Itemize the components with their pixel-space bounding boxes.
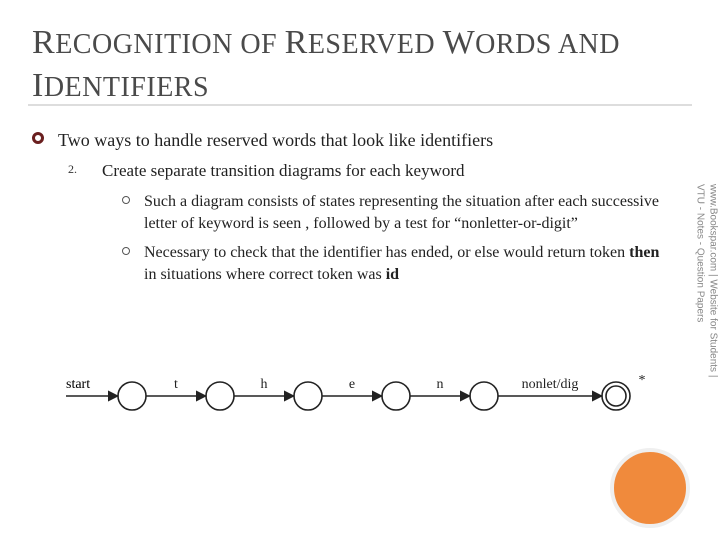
bullet-level2-text: Create separate transition diagrams for …	[102, 161, 465, 180]
list-number: 2.	[68, 161, 77, 177]
slide-title: RECOGNITION OF RESERVED WORDS AND IDENTI…	[32, 22, 672, 107]
bullet-level3-a-text: Such a diagram consists of states repres…	[144, 193, 659, 232]
transition-diagram: start t h e n nonlet/dig *	[60, 362, 670, 422]
text-mid: in situations where correct token was	[144, 266, 386, 283]
bullet-level3-a: Such a diagram consists of states repres…	[32, 191, 668, 234]
watermark-line2: VTU - Notes - Question Papers	[694, 184, 706, 464]
slide-body: Two ways to handle reserved words that l…	[32, 128, 668, 294]
edge-label-e: e	[349, 377, 355, 392]
text-prefix: Necessary to check that the identifier h…	[144, 244, 629, 261]
retract-star: *	[639, 373, 646, 388]
title-divider	[28, 104, 692, 106]
bullet-level2: 2. Create separate transition diagrams f…	[32, 160, 668, 183]
edge-label-h: h	[261, 377, 268, 392]
edge-label-nonlet: nonlet/dig	[522, 377, 579, 392]
token-id: id	[386, 266, 399, 283]
accent-circle-icon	[610, 448, 690, 528]
bullet-level1: Two ways to handle reserved words that l…	[32, 128, 668, 152]
slide: RECOGNITION OF RESERVED WORDS AND IDENTI…	[0, 0, 720, 540]
bullet-level3-b-text: Necessary to check that the identifier h…	[144, 244, 659, 283]
edge-label-t: t	[174, 377, 178, 392]
ring-icon	[122, 196, 130, 204]
watermark-line1: www.Bookspar.com | Website for Students …	[708, 184, 719, 377]
bullet-level3-b: Necessary to check that the identifier h…	[32, 242, 668, 285]
watermark: www.Bookspar.com | Website for Students …	[692, 184, 720, 464]
ring-icon	[122, 247, 130, 255]
bullet-icon	[32, 132, 44, 144]
bullet-level1-text: Two ways to handle reserved words that l…	[58, 130, 493, 150]
edge-label-n: n	[437, 377, 444, 392]
token-then: then	[629, 244, 659, 261]
diagram-start-label: start	[66, 377, 90, 392]
